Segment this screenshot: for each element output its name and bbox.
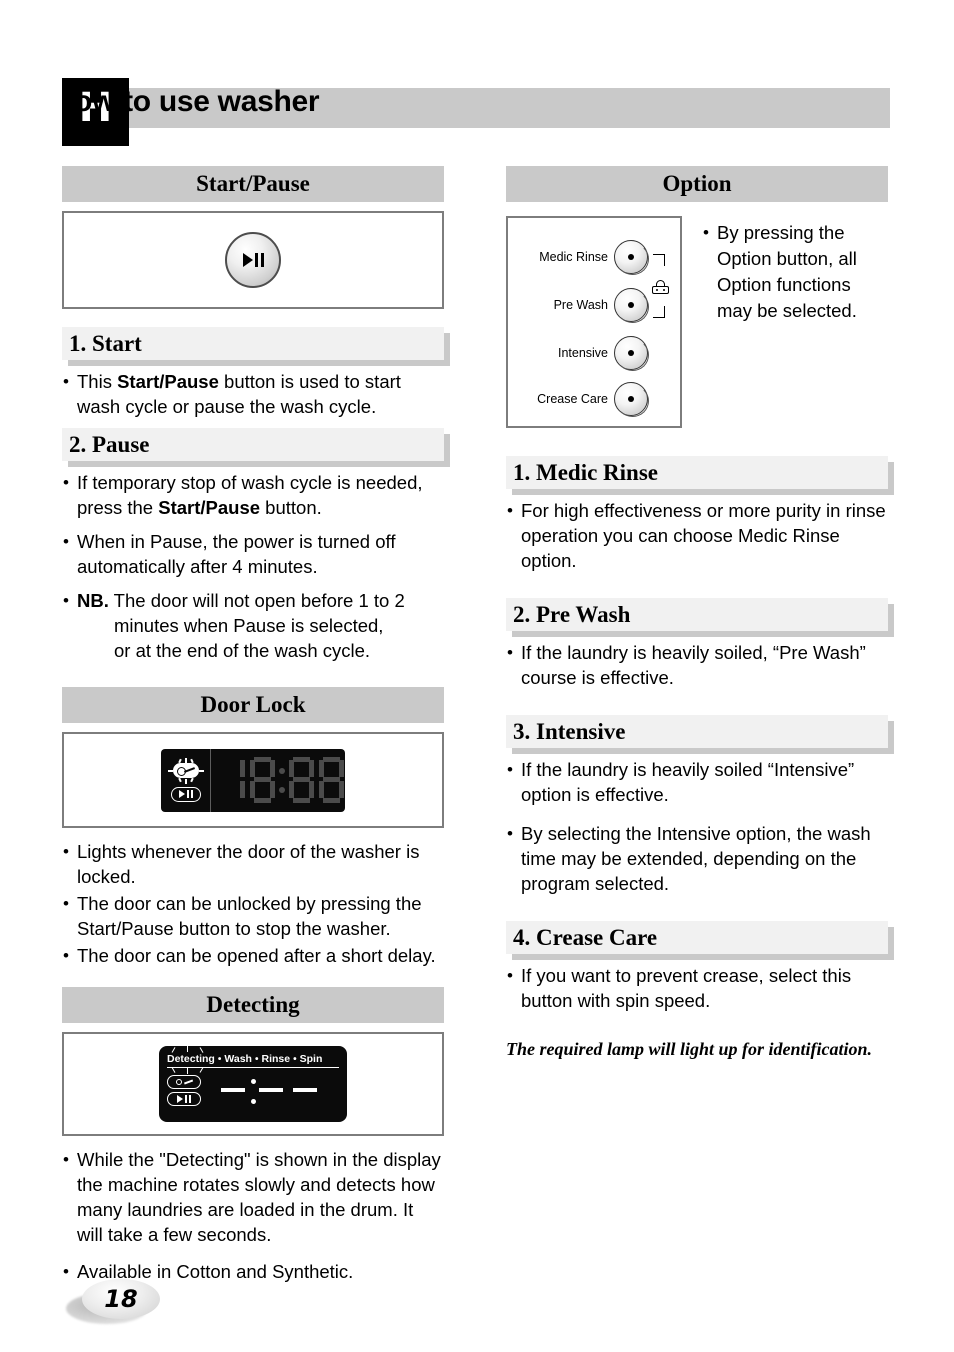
list-item: If the laundry is heavily soiled “Intens… bbox=[506, 757, 888, 807]
medic-rinse-bullets: For high effectiveness or more purity in… bbox=[506, 498, 888, 573]
start-pause-button[interactable] bbox=[225, 232, 282, 289]
section-header-start-pause: Start/Pause bbox=[62, 166, 444, 202]
subsection-header-pre-wash: 2. Pre Wash bbox=[506, 598, 894, 637]
page-number: 18 bbox=[82, 1279, 160, 1319]
list-item: When in Pause, the power is turned off a… bbox=[62, 529, 444, 579]
start-bullets: This Start/Pause button is used to start… bbox=[62, 369, 444, 419]
subsection-header-crease-care: 4. Crease Care bbox=[506, 921, 894, 960]
option-led-pre-wash[interactable]: Pre Wash bbox=[553, 288, 649, 323]
left-column: Start/Pause 1. Start This Start/Pause bu… bbox=[62, 166, 450, 1293]
subsection-header-pause: 2. Pause bbox=[62, 428, 450, 467]
door-lock-figure bbox=[62, 732, 444, 828]
detecting-stage-row: Detecting • Wash • Rinse • Spin bbox=[167, 1046, 339, 1074]
stage-label-rinse: Rinse bbox=[261, 1053, 291, 1065]
subsection-header-start: 1. Start bbox=[62, 327, 450, 366]
digit-1 bbox=[219, 757, 246, 803]
stage-separator: • bbox=[293, 1053, 297, 1065]
subsection-header-intensive: 3. Intensive bbox=[506, 715, 894, 754]
crease-care-bullets: If you want to prevent crease, select th… bbox=[506, 963, 888, 1013]
section-header-option: Option bbox=[506, 166, 888, 202]
detecting-display: Detecting • Wash • Rinse • Spin bbox=[159, 1046, 347, 1122]
door-lock-bullets: Lights whenever the door of the washer i… bbox=[62, 839, 444, 968]
led-indicator-icon bbox=[614, 336, 649, 371]
list-item: For high effectiveness or more purity in… bbox=[506, 498, 888, 573]
seven-segment-digits bbox=[211, 757, 345, 803]
option-led-label: Crease Care bbox=[537, 392, 608, 406]
option-led-intensive[interactable]: Intensive bbox=[557, 336, 649, 371]
detecting-time-placeholder bbox=[221, 1073, 339, 1107]
subsection-header-medic-rinse: 1. Medic Rinse bbox=[506, 456, 894, 495]
list-item: By selecting the Intensive option, the w… bbox=[506, 821, 888, 896]
pre-wash-bullets: If the laundry is heavily soiled, “Pre W… bbox=[506, 640, 888, 690]
play-pause-icon bbox=[167, 1091, 201, 1106]
detecting-status-icons bbox=[167, 1074, 221, 1106]
stage-separator: • bbox=[254, 1053, 259, 1065]
led-indicator-icon bbox=[614, 288, 649, 323]
pause-bullets: If temporary stop of wash cycle is neede… bbox=[62, 470, 444, 663]
intensive-bullets: If the laundry is heavily soiled “Intens… bbox=[506, 757, 888, 896]
digit-8 bbox=[318, 757, 345, 803]
stage-label-wash: Wash bbox=[224, 1053, 252, 1065]
stage-label-spin: Spin bbox=[299, 1053, 323, 1065]
section-header-detecting: Detecting bbox=[62, 987, 444, 1023]
list-item: If you want to prevent crease, select th… bbox=[506, 963, 888, 1013]
option-led-label: Intensive bbox=[557, 346, 608, 360]
option-description: By pressing the Option button, all Optio… bbox=[702, 220, 888, 333]
door-lock-display bbox=[161, 748, 345, 812]
list-item: The door can be unlocked by pressing the… bbox=[62, 891, 444, 941]
option-led-crease-care[interactable]: Crease Care bbox=[537, 382, 649, 417]
led-indicator-icon bbox=[614, 382, 649, 417]
list-item: NB. The door will not open before 1 to 2… bbox=[62, 588, 444, 663]
list-item: While the "Detecting" is shown in the di… bbox=[62, 1147, 444, 1247]
list-item: This Start/Pause button is used to start… bbox=[62, 369, 444, 419]
list-item: By pressing the Option button, all Optio… bbox=[702, 220, 888, 324]
detecting-underline bbox=[167, 1067, 339, 1068]
led-indicator-icon bbox=[614, 240, 649, 275]
key-lock-icon bbox=[167, 1074, 201, 1089]
play-pause-icon bbox=[170, 786, 201, 802]
list-item: If temporary stop of wash cycle is neede… bbox=[62, 470, 444, 520]
manual-page: H ow to use washer Start/Pause 1. Start … bbox=[0, 0, 954, 1352]
list-item: Lights whenever the door of the washer i… bbox=[62, 839, 444, 889]
right-column: Option Medic Rinse Pre Wash Intensive Cr… bbox=[506, 166, 894, 1060]
option-led-label: Pre Wash bbox=[553, 298, 608, 312]
digit-8 bbox=[288, 757, 315, 803]
section-header-door-lock: Door Lock bbox=[62, 687, 444, 723]
lcd-status-icons bbox=[161, 748, 211, 812]
key-lock-icon bbox=[167, 757, 205, 784]
page-title: ow to use washer bbox=[74, 85, 320, 118]
option-led-label: Medic Rinse bbox=[539, 250, 608, 264]
hand-press-icon bbox=[652, 280, 669, 296]
list-item: The door can be opened after a short del… bbox=[62, 943, 444, 968]
option-led-medic-rinse[interactable]: Medic Rinse bbox=[539, 240, 649, 275]
detecting-lower-row bbox=[167, 1073, 339, 1107]
start-pause-figure bbox=[62, 211, 444, 309]
press-bracket bbox=[647, 254, 675, 320]
colon-separator bbox=[279, 757, 285, 803]
stage-label-detecting: Detecting bbox=[167, 1053, 215, 1065]
detecting-bullets: While the "Detecting" is shown in the di… bbox=[62, 1147, 444, 1284]
stage-separator: • bbox=[217, 1053, 222, 1065]
detecting-figure: Detecting • Wash • Rinse • Spin bbox=[62, 1032, 444, 1136]
digit-8 bbox=[249, 757, 276, 803]
footer-note: The required lamp will light up for iden… bbox=[506, 1039, 873, 1059]
option-button-panel: Medic Rinse Pre Wash Intensive Crease Ca… bbox=[506, 216, 682, 428]
page-number-badge: 18 bbox=[66, 1277, 216, 1333]
play-pause-icon bbox=[242, 253, 264, 267]
list-item: If the laundry is heavily soiled, “Pre W… bbox=[506, 640, 888, 690]
